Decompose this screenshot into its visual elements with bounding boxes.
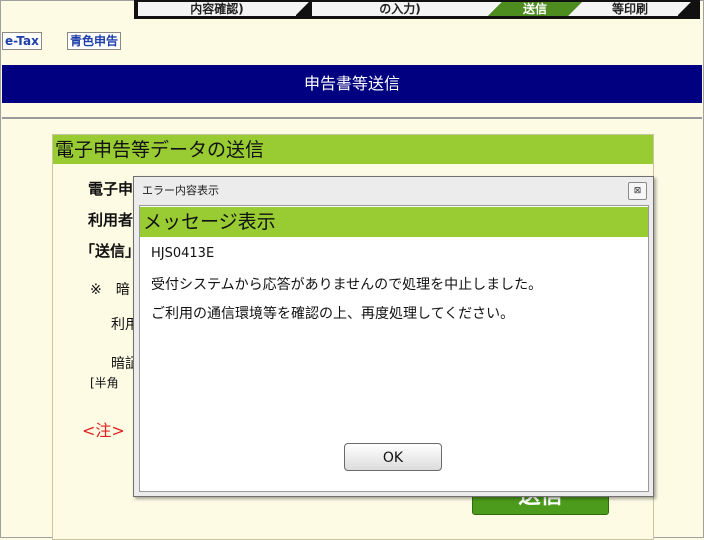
- etax-link[interactable]: e-Tax: [2, 32, 42, 50]
- dialog-body: メッセージ表示 HJS0413E 受付システムから応答がありませんので処理を中止…: [139, 205, 649, 492]
- error-code: HJS0413E: [151, 246, 215, 261]
- step-arrow-icon: [296, 2, 310, 16]
- step-tabs: 内容確認) の入力) 送信 等印刷: [134, 0, 700, 19]
- close-icon[interactable]: ⊠: [628, 182, 647, 200]
- step-arrow-icon: [568, 2, 582, 16]
- panel-line-1: 電子申: [88, 180, 134, 198]
- step-tab-confirm[interactable]: 内容確認): [138, 2, 296, 16]
- ok-button[interactable]: OK: [344, 443, 442, 471]
- divider: [2, 117, 702, 119]
- error-message-line-1: 受付システムから応答がありませんので処理を中止しました。: [151, 277, 543, 293]
- panel-title: 電子申告等データの送信: [53, 135, 653, 164]
- step-tab-print[interactable]: 等印刷: [582, 2, 678, 16]
- page-title-banner: 申告書等送信: [2, 65, 702, 103]
- dialog-header: メッセージ表示: [140, 207, 648, 237]
- step-tab-send[interactable]: 送信: [502, 2, 568, 16]
- error-dialog: エラー内容表示 ⊠ メッセージ表示 HJS0413E 受付システムから応答があり…: [133, 176, 654, 497]
- caution-label: <注>: [82, 421, 125, 440]
- panel-line-3: 「送信」: [80, 242, 141, 260]
- aoiro-link[interactable]: 青色申告: [67, 32, 122, 50]
- step-arrow-icon: [678, 2, 692, 16]
- panel-line-2: 利用者: [88, 211, 134, 229]
- panel-note: ※ 暗: [90, 282, 130, 298]
- dialog-title: エラー内容表示: [142, 184, 219, 197]
- step-tab-input[interactable]: の入力): [312, 2, 488, 16]
- panel-line-6: [半角: [90, 376, 119, 390]
- error-message-line-2: ご利用の通信環境等を確認の上、再度処理してください。: [151, 306, 515, 322]
- step-arrow-icon: [488, 2, 502, 16]
